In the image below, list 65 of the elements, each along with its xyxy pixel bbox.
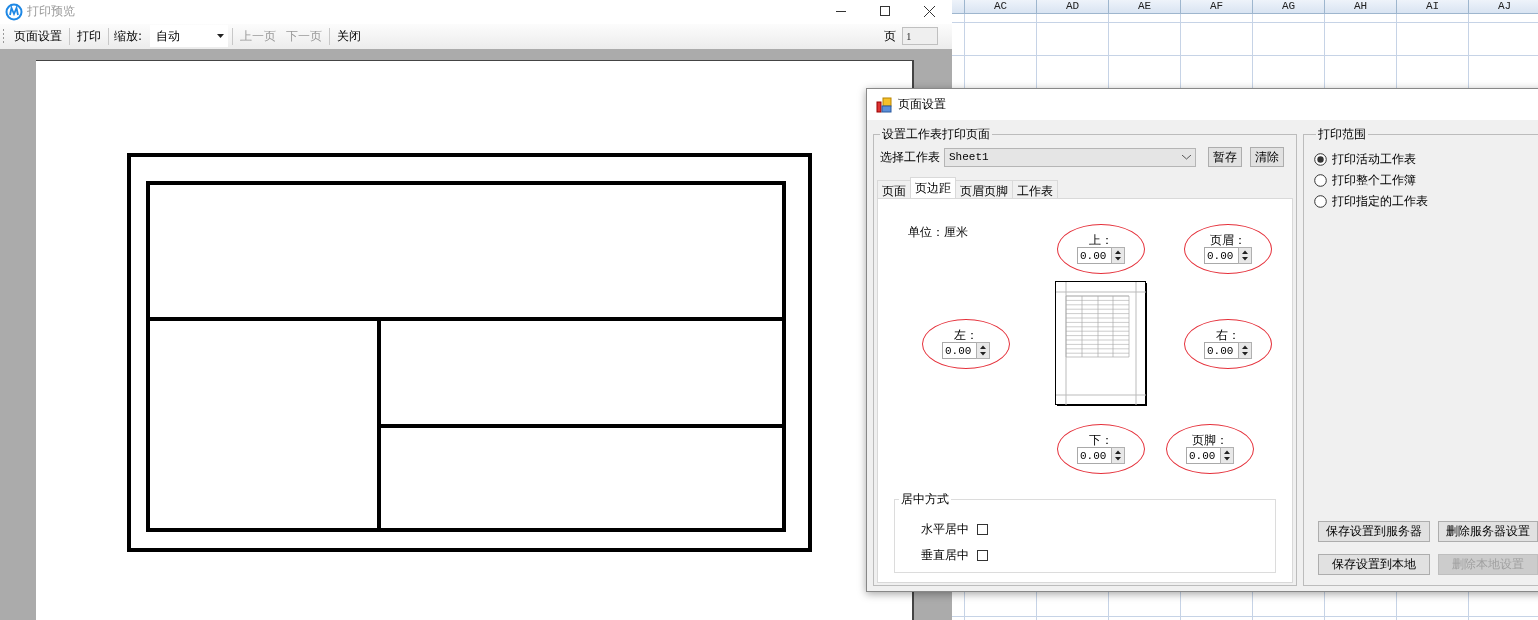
unit-label: 单位：厘米 [908, 224, 968, 241]
spinner-icon[interactable] [1111, 447, 1125, 464]
checkbox[interactable] [977, 524, 988, 535]
margin-label: 左： [954, 329, 978, 342]
maximize-icon[interactable] [880, 6, 890, 17]
radio-label: 打印指定的工作表 [1332, 193, 1428, 210]
close-icon[interactable] [924, 6, 935, 18]
margin-label: 页脚： [1192, 434, 1228, 447]
settings-button[interactable]: 保存设置到服务器 [1318, 521, 1430, 542]
app-logo-icon [5, 2, 23, 21]
settings-button[interactable]: 保存设置到本地 [1318, 554, 1430, 575]
margin-label: 下： [1089, 434, 1113, 447]
select-sheet-label: 选择工作表 [880, 148, 940, 166]
checkbox[interactable] [977, 550, 988, 561]
radio-label: 打印整个工作簿 [1332, 172, 1416, 189]
dialog-icon [876, 96, 892, 113]
chevron-icon [1182, 154, 1191, 160]
action-button[interactable]: 清除 [1250, 147, 1284, 167]
settings-tab[interactable]: 页面 [877, 180, 911, 198]
margin-field[interactable]: 0.00 [1186, 447, 1220, 464]
radio-button[interactable] [1314, 195, 1327, 208]
column-header: AC [964, 0, 1036, 13]
column-header: AE [1108, 0, 1180, 13]
window-title: 打印预览 [27, 3, 75, 21]
column-header: AD [1036, 0, 1108, 13]
spinner-icon[interactable] [1111, 247, 1125, 264]
column-header: AH [1324, 0, 1396, 13]
settings-button[interactable]: 删除服务器设置 [1438, 521, 1538, 542]
margin-label: 右： [1216, 329, 1240, 342]
group-title: 居中方式 [900, 491, 950, 508]
sheet-dropdown[interactable]: Sheet1 [944, 147, 1196, 167]
caret-icon [217, 34, 225, 39]
radio-button[interactable] [1314, 153, 1327, 166]
zoom-label: 缩放: [113, 27, 144, 45]
margin-label: 上： [1089, 234, 1113, 247]
margin-field[interactable]: 0.00 [1077, 247, 1111, 264]
column-header: AI [1396, 0, 1468, 13]
option-label: 垂直居中 [921, 547, 969, 564]
radio-button[interactable] [1314, 174, 1327, 187]
spinner-icon[interactable] [1238, 247, 1252, 264]
spinner-icon[interactable] [1220, 447, 1234, 464]
spinner-icon[interactable] [1238, 342, 1252, 359]
margin-field[interactable]: 0.00 [1077, 447, 1111, 464]
settings-tab[interactable]: 页边距 [910, 177, 956, 198]
dialog-title: 页面设置 [898, 96, 946, 113]
margin-label: 页眉： [1210, 234, 1246, 247]
group-title: 设置工作表打印页面 [881, 126, 991, 143]
spinner-icon[interactable] [976, 342, 990, 359]
margin-field[interactable]: 0.00 [942, 342, 976, 359]
toolbar-button[interactable]: 打印 [72, 25, 106, 47]
toolbar-button[interactable]: 关闭 [332, 25, 367, 47]
column-header: AJ [1468, 0, 1538, 13]
zoom-dropdown[interactable]: 自动 [150, 25, 229, 48]
toolbar-button[interactable]: 页面设置 [9, 25, 67, 47]
margin-field[interactable]: 0.00 [1204, 247, 1238, 264]
radio-label: 打印活动工作表 [1332, 151, 1416, 168]
settings-tab[interactable]: 工作表 [1012, 180, 1058, 198]
page-label: 页 [883, 27, 897, 45]
group-title: 打印范围 [1317, 126, 1367, 143]
option-label: 水平居中 [921, 521, 969, 538]
settings-tab[interactable]: 页眉页脚 [955, 180, 1013, 198]
margin-field[interactable]: 0.00 [1204, 342, 1238, 359]
column-header: AG [1252, 0, 1324, 13]
column-header: AF [1180, 0, 1252, 13]
action-button[interactable]: 暂存 [1208, 147, 1242, 167]
